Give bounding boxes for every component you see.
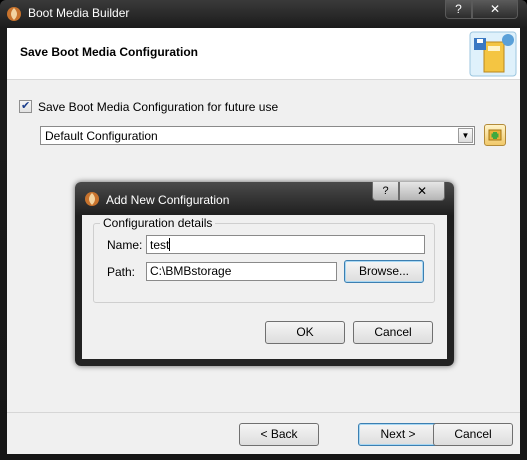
- add-folder-icon: [488, 129, 502, 141]
- path-field-value: C:\BMBstorage: [150, 264, 232, 278]
- footer-divider: [7, 412, 520, 413]
- name-label: Name:: [107, 238, 143, 252]
- dialog-help-button[interactable]: ?: [372, 182, 399, 201]
- add-configuration-button[interactable]: [484, 124, 506, 146]
- config-wizard-icon: [469, 31, 517, 77]
- text-caret: [169, 238, 171, 251]
- checkmark-icon: ✔: [21, 100, 31, 112]
- help-button[interactable]: ?: [445, 0, 472, 19]
- dialog-close-button[interactable]: ✕: [399, 182, 445, 201]
- close-button[interactable]: ✕: [472, 0, 518, 19]
- title-bar[interactable]: Boot Media Builder ? ✕: [0, 0, 527, 28]
- chevron-down-icon[interactable]: ▼: [458, 128, 473, 143]
- configuration-details-group: Configuration details Name: test Path: C…: [93, 216, 435, 303]
- app-icon: [85, 192, 99, 206]
- next-button[interactable]: Next >: [358, 423, 438, 446]
- app-icon: [7, 7, 21, 21]
- configuration-select[interactable]: Default Configuration ▼: [40, 126, 475, 145]
- path-field[interactable]: C:\BMBstorage: [146, 262, 337, 281]
- save-config-checkbox[interactable]: ✔: [19, 100, 32, 113]
- window-title: Boot Media Builder: [28, 6, 130, 20]
- dialog-body: Configuration details Name: test Path: C…: [82, 215, 447, 359]
- save-config-label[interactable]: Save Boot Media Configuration for future…: [38, 100, 278, 114]
- add-configuration-dialog: Add New Configuration ? ✕ Configuration …: [75, 182, 454, 366]
- browse-button[interactable]: Browse...: [344, 260, 424, 283]
- ok-button[interactable]: OK: [265, 321, 345, 344]
- configuration-select-value: Default Configuration: [45, 129, 158, 143]
- name-field[interactable]: test: [146, 235, 425, 254]
- page-title: Save Boot Media Configuration: [20, 45, 199, 59]
- group-legend: Configuration details: [100, 216, 216, 230]
- back-button[interactable]: < Back: [239, 423, 319, 446]
- path-label: Path:: [107, 265, 136, 279]
- dialog-title: Add New Configuration: [106, 193, 230, 207]
- dialog-cancel-button[interactable]: Cancel: [353, 321, 433, 344]
- name-field-value: test: [150, 238, 170, 252]
- cancel-button[interactable]: Cancel: [433, 423, 513, 446]
- wizard-header: Save Boot Media Configuration: [7, 28, 520, 80]
